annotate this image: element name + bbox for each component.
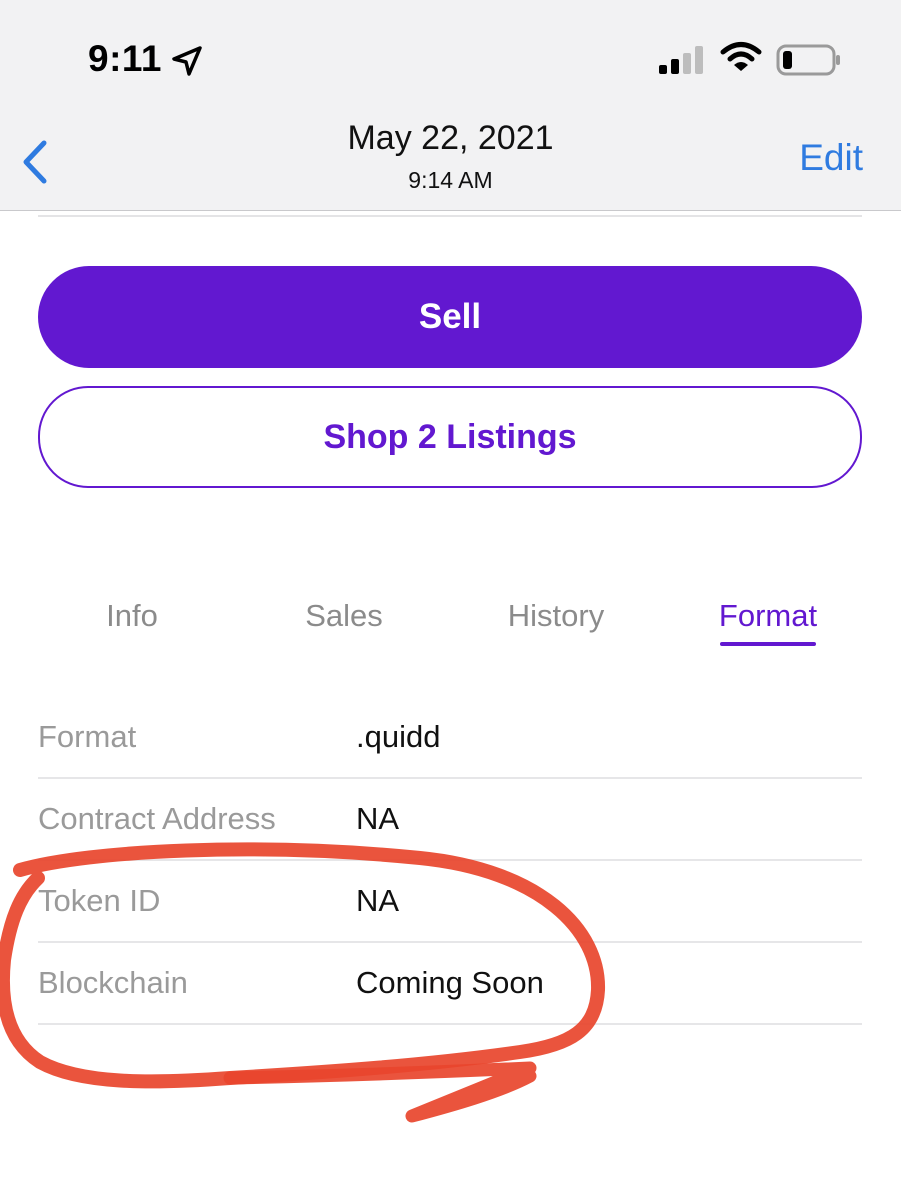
format-properties-list: Format .quidd Contract Address NA Token … <box>38 697 862 1025</box>
property-value: NA <box>356 883 400 918</box>
tab-format[interactable]: Format <box>719 598 817 634</box>
tab-bar: Info Sales History Format <box>0 590 901 660</box>
divider <box>38 215 862 217</box>
location-arrow-icon <box>172 46 202 76</box>
property-label: Contract Address <box>38 801 276 836</box>
sell-button[interactable]: Sell <box>38 266 862 368</box>
battery-icon <box>776 44 840 76</box>
edit-button[interactable]: Edit <box>799 137 863 179</box>
cellular-signal-icon <box>659 46 703 74</box>
tab-sales[interactable]: Sales <box>305 598 383 634</box>
property-label: Format <box>38 719 137 754</box>
wifi-icon <box>720 42 762 71</box>
property-row-blockchain: Blockchain Coming Soon <box>38 943 862 1025</box>
property-value: .quidd <box>356 719 441 754</box>
page-title: May 22, 2021 <box>347 119 554 157</box>
tab-info[interactable]: Info <box>106 598 158 634</box>
property-row-format: Format .quidd <box>38 697 862 779</box>
shop-listings-button[interactable]: Shop 2 Listings <box>38 386 862 488</box>
property-value: Coming Soon <box>356 965 544 1000</box>
status-time: 9:11 <box>88 38 163 79</box>
active-tab-indicator <box>720 642 816 646</box>
property-value: NA <box>356 801 400 836</box>
property-label: Token ID <box>38 883 161 918</box>
property-label: Blockchain <box>38 965 188 1000</box>
property-row-token-id: Token ID NA <box>38 861 862 943</box>
page-subtitle: 9:14 AM <box>408 167 493 193</box>
navigation-bar: May 22, 2021 9:14 AM Edit <box>0 105 901 211</box>
property-row-contract-address: Contract Address NA <box>38 779 862 861</box>
tab-history[interactable]: History <box>508 598 604 634</box>
status-bar: 9:11 <box>0 0 901 105</box>
